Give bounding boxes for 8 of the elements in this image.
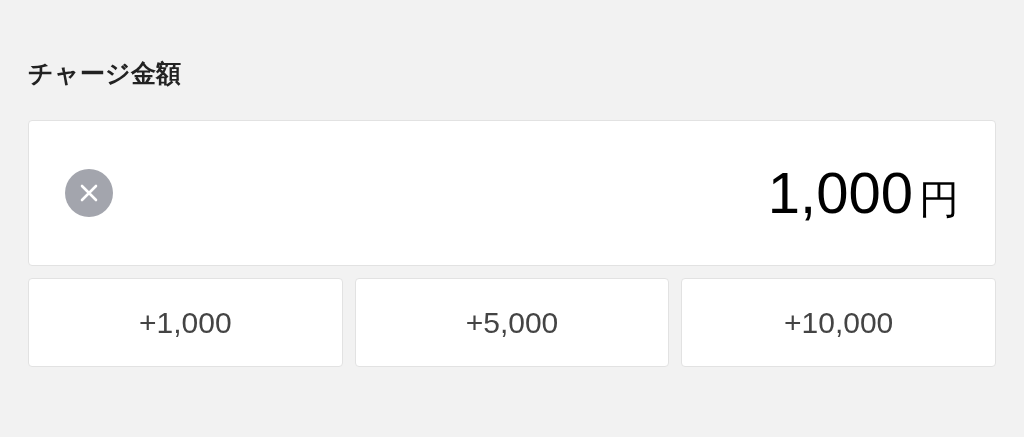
- section-title: チャージ金額: [28, 58, 182, 90]
- currency-unit: 円: [919, 175, 959, 224]
- quick-add-button[interactable]: +10,000: [681, 278, 996, 367]
- amount-field[interactable]: 1,000 円: [28, 120, 996, 266]
- amount-value: 1,000: [767, 159, 913, 226]
- clear-icon[interactable]: [65, 169, 113, 217]
- quick-add-button[interactable]: +5,000: [354, 278, 670, 367]
- quick-add-button[interactable]: +1,000: [28, 278, 343, 367]
